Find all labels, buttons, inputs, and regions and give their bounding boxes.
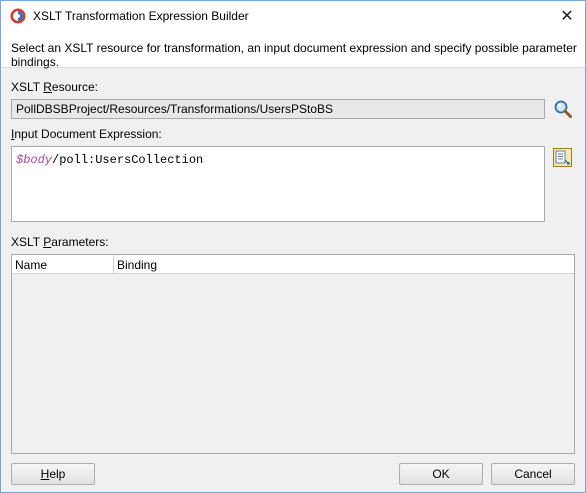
dialog-window: XSLT Transformation Expression Builder ✕…: [0, 0, 586, 493]
dialog-header: Select an XSLT resource for transformati…: [1, 31, 585, 69]
help-button-mnemonic: H: [40, 467, 50, 481]
xslt-resource-label-post: esource:: [51, 80, 98, 94]
xslt-parameters-label-pre: XSLT: [11, 235, 44, 249]
help-button-label: elp: [49, 467, 66, 481]
xslt-resource-label-mnemonic: R: [43, 80, 52, 94]
xslt-parameters-label: XSLT Parameters:: [11, 235, 109, 249]
input-expression-label: Input Document Expression:: [11, 127, 162, 141]
input-expression-editor[interactable]: $body/poll:UsersCollection: [11, 146, 545, 222]
close-icon: ✕: [560, 8, 574, 25]
help-button[interactable]: Help: [11, 463, 95, 485]
input-expression-label-post: nput Document Expression:: [14, 127, 162, 141]
window-title: XSLT Transformation Expression Builder: [33, 9, 249, 23]
xslt-resource-label-pre: XSLT: [11, 80, 44, 94]
cancel-button[interactable]: Cancel: [491, 463, 575, 485]
xslt-resource-label: XSLT Resource:: [11, 80, 98, 94]
dialog-description: Select an XSLT resource for transformati…: [11, 41, 577, 69]
ok-button[interactable]: OK: [399, 463, 483, 485]
table-header: Name Binding: [12, 255, 574, 274]
column-header-binding[interactable]: Binding: [114, 255, 160, 274]
column-header-name[interactable]: Name: [12, 255, 50, 274]
title-bar[interactable]: XSLT Transformation Expression Builder ✕: [1, 1, 585, 31]
expression-editor-icon[interactable]: [553, 148, 572, 167]
xslt-parameters-label-post: arameters:: [51, 235, 109, 249]
search-icon[interactable]: [553, 99, 573, 119]
expression-path: /poll:UsersCollection: [52, 153, 204, 167]
oracle-jdev-icon: [10, 8, 26, 24]
parameters-table[interactable]: Name Binding: [11, 254, 575, 454]
expression-variable: $body: [16, 153, 53, 167]
xslt-resource-field[interactable]: PollDBSBProject/Resources/Transformation…: [11, 99, 545, 119]
close-button[interactable]: ✕: [549, 1, 585, 31]
